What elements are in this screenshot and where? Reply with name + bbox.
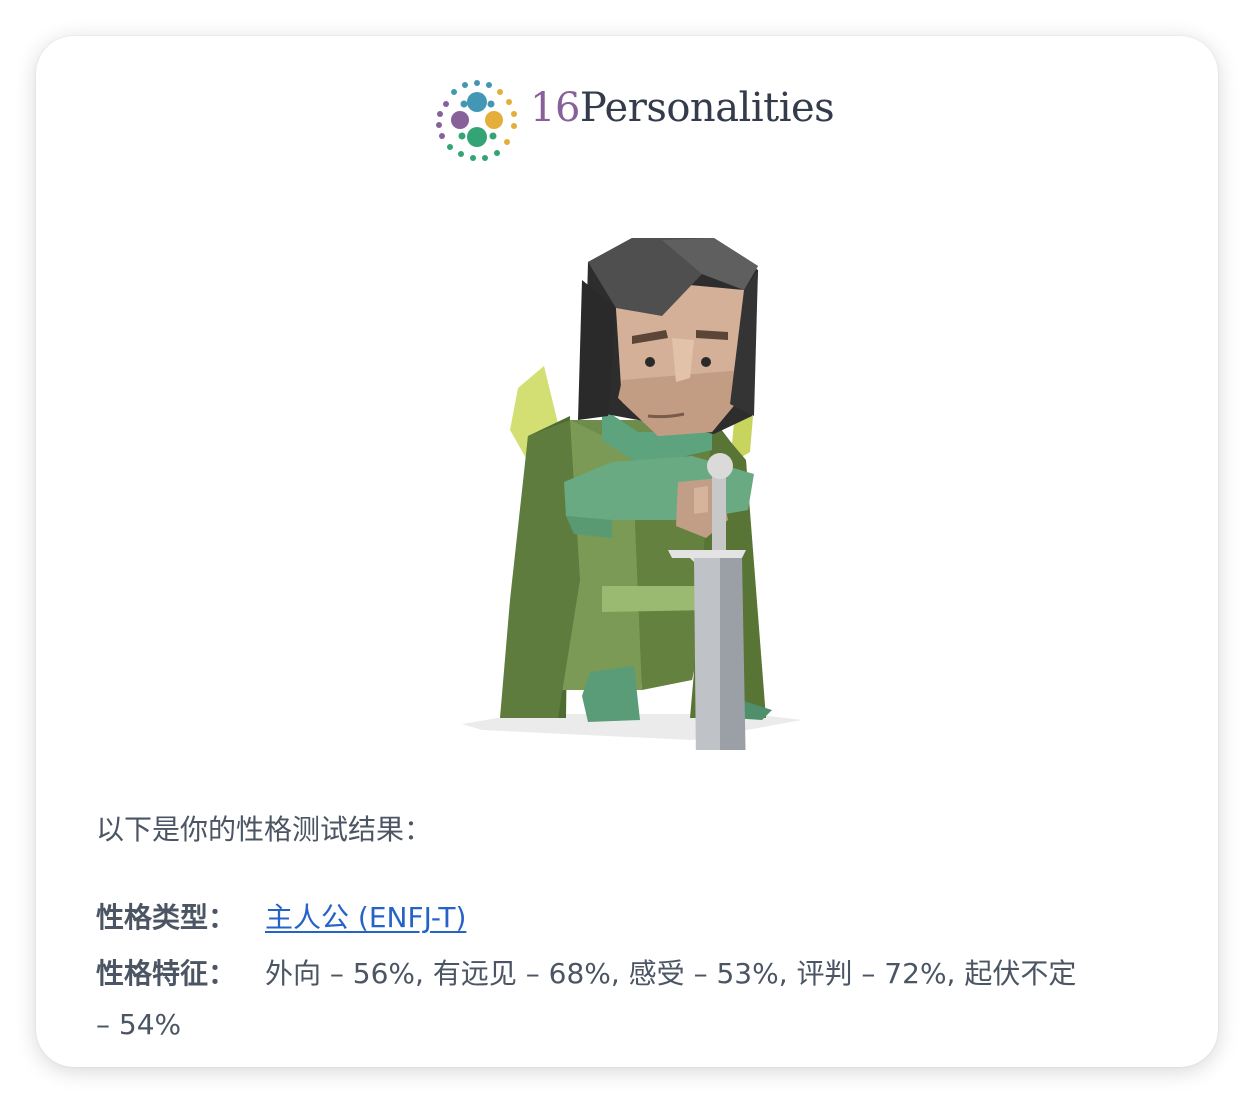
personality-traits-label: 性格特征： <box>96 957 237 990</box>
personality-type-link[interactable]: 主人公 (ENFJ-T) <box>265 901 466 934</box>
personality-traits-row: 性格特征： 外向 – 56%, 有远见 – 68%, 感受 – 53%, 评判 –… <box>96 952 1076 992</box>
protagonist-character-illustration <box>462 238 802 750</box>
result-card: 16Personalities 以下是你的性格测试结果： 性格类型： 主人公 (… <box>36 36 1218 1067</box>
personality-type-label: 性格类型： <box>96 901 237 934</box>
result-intro-text: 以下是你的性格测试结果： <box>96 813 433 846</box>
personality-type-row: 性格类型： 主人公 (ENFJ-T) <box>96 896 466 936</box>
personality-traits-value-continued: – 54% <box>96 1008 182 1041</box>
logo-word: Personalities <box>579 85 835 131</box>
logo: 16Personalities <box>434 78 844 164</box>
logo-wordmark: 16Personalities <box>530 85 835 131</box>
logo-number: 16 <box>530 85 580 131</box>
logo-dots-icon <box>436 80 517 161</box>
personality-traits-value: 外向 – 56%, 有远见 – 68%, 感受 – 53%, 评判 – 72%,… <box>265 957 1077 990</box>
